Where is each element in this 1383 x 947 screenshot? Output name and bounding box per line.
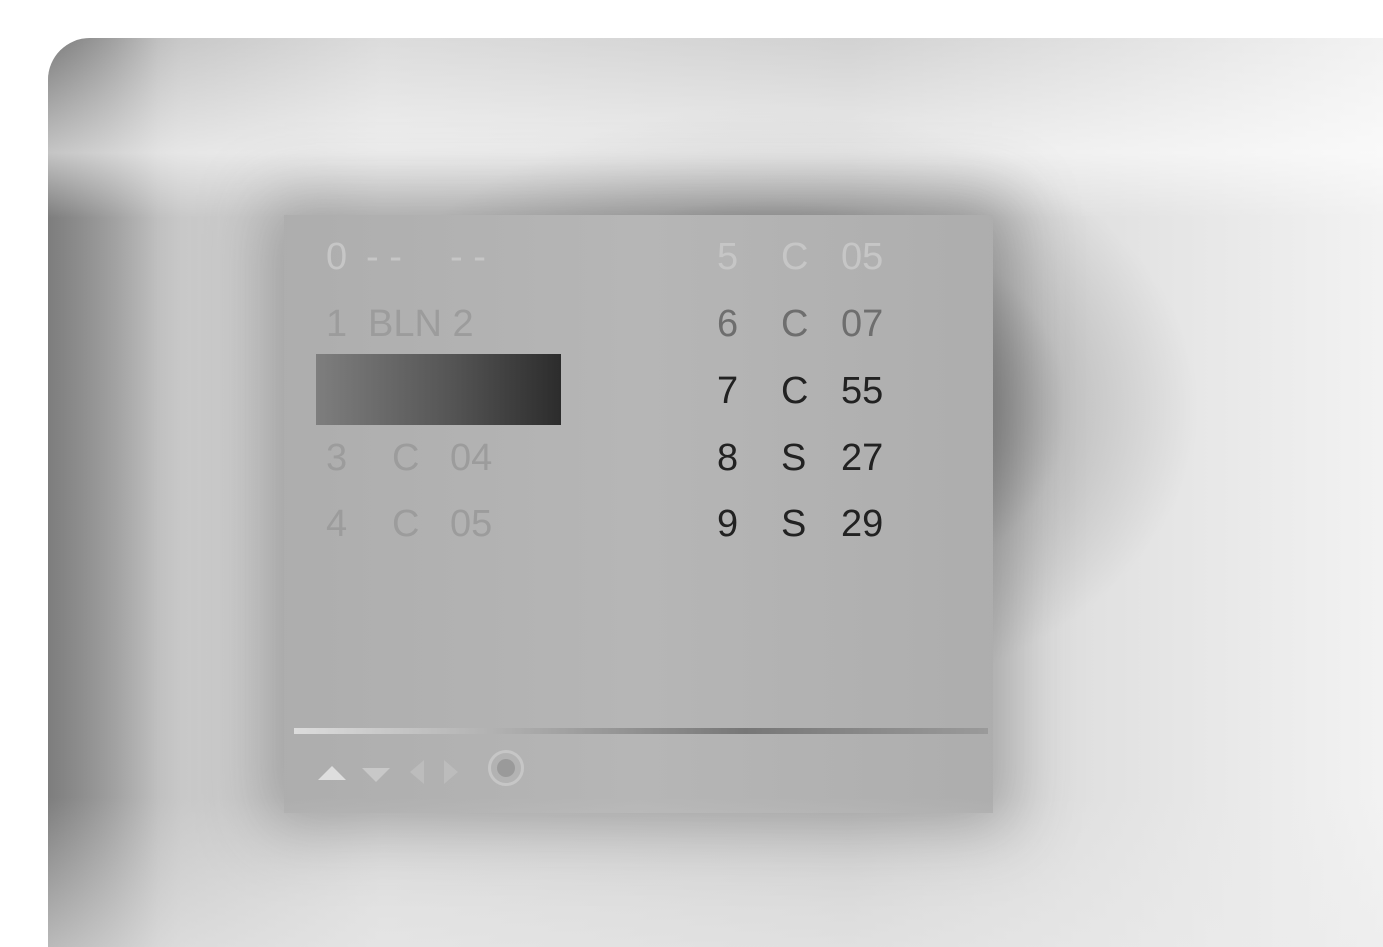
programme-channel: - -: [450, 236, 486, 278]
programme-row-8[interactable]: 8 S 27: [717, 434, 937, 482]
programme-number: 1: [326, 303, 348, 345]
programme-system: C: [781, 370, 809, 412]
programme-system: S: [781, 503, 807, 545]
programme-row-6[interactable]: 6 C 07: [717, 300, 937, 348]
programme-channel: 04: [450, 437, 493, 479]
programme-number: 6: [717, 303, 739, 345]
programme-row-5[interactable]: 5 C 05: [717, 233, 937, 281]
programme-number: 3: [326, 437, 348, 479]
programme-number: 7: [717, 370, 739, 412]
programme-system: - -: [366, 236, 402, 278]
programme-system: C: [781, 236, 809, 278]
left-arrow-icon[interactable]: [410, 760, 424, 784]
menu-divider: [294, 728, 988, 734]
programme-system: S: [781, 437, 807, 479]
programme-system: C: [392, 503, 420, 545]
programme-system: C: [392, 437, 420, 479]
programme-channel: 29: [841, 503, 884, 545]
programme-number: 4: [326, 503, 348, 545]
programme-number: 0: [326, 236, 348, 278]
programme-row-4[interactable]: 4 C 05: [326, 500, 546, 548]
programme-channel: 55: [841, 370, 884, 412]
programme-number: 9: [717, 503, 739, 545]
programme-row-9[interactable]: 9 S 29: [717, 500, 937, 548]
programme-row-3[interactable]: 3 C 04: [326, 434, 546, 482]
navigation-hints: [318, 750, 558, 796]
programme-row-7[interactable]: 7 C 55: [717, 367, 937, 415]
programme-row-0[interactable]: 0 - - - -: [326, 233, 546, 281]
programme-channel: 05: [841, 236, 884, 278]
enter-button-icon[interactable]: [488, 750, 524, 786]
programme-number: 5: [717, 236, 739, 278]
programme-table-menu: 0 - - - - 1 BLN 2 3 C 04 4 C 05 5 C 05 6…: [284, 215, 993, 813]
programme-channel: 27: [841, 437, 884, 479]
tv-screen: 0 - - - - 1 BLN 2 3 C 04 4 C 05 5 C 05 6…: [48, 38, 1383, 947]
programme-name: BLN 2: [368, 303, 474, 345]
programme-row-2-selected[interactable]: [316, 354, 561, 425]
down-arrow-icon[interactable]: [362, 768, 390, 782]
programme-system: C: [781, 303, 809, 345]
programme-channel: 07: [841, 303, 884, 345]
programme-channel: 05: [450, 503, 493, 545]
right-arrow-icon[interactable]: [444, 760, 458, 784]
up-arrow-icon[interactable]: [318, 766, 346, 780]
programme-row-1[interactable]: 1 BLN 2: [326, 300, 546, 348]
programme-number: 8: [717, 437, 739, 479]
